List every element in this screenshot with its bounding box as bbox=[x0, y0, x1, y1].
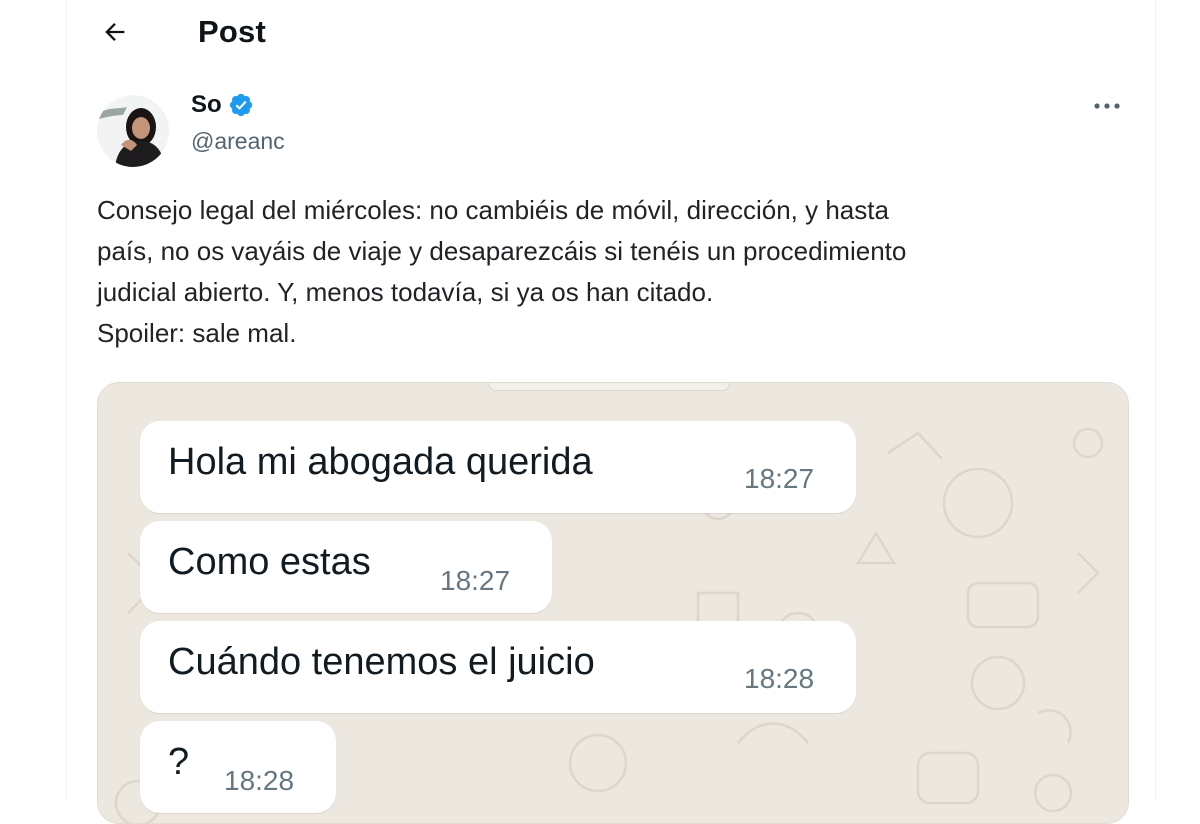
more-horizontal-icon bbox=[1094, 103, 1120, 109]
arrow-left-icon bbox=[105, 23, 125, 41]
avatar[interactable] bbox=[97, 95, 169, 167]
chat-bubble: Cuándo tenemos el juicio 18:28 bbox=[140, 621, 856, 713]
message-time: 18:28 bbox=[744, 663, 815, 694]
tweet-line: Spoiler: sale mal. bbox=[97, 318, 297, 348]
chat-bubble: Como estas 18:27 bbox=[140, 521, 552, 613]
tweet-text: Consejo legal del miércoles: no cambiéis… bbox=[97, 190, 1117, 354]
chat-bubble: ? 18:28 bbox=[140, 721, 336, 813]
message-text: Cuándo tenemos el juicio bbox=[168, 641, 595, 683]
date-chip bbox=[488, 383, 730, 391]
tweet-line: judicial abierto. Y, menos todavía, si y… bbox=[97, 277, 714, 307]
message-time: 18:28 bbox=[224, 765, 295, 796]
message-text: ? bbox=[168, 741, 190, 783]
page-title: Post bbox=[198, 14, 266, 49]
author-name[interactable]: So bbox=[191, 91, 222, 119]
avatar-photo bbox=[97, 95, 169, 167]
message-time: 18:27 bbox=[440, 565, 511, 596]
attached-image[interactable]: Hola mi abogada querida 18:27 Como estas… bbox=[97, 382, 1129, 824]
message-time: 18:27 bbox=[744, 463, 815, 494]
message-text: Hola mi abogada querida bbox=[168, 441, 593, 483]
author-handle[interactable]: @areanc bbox=[191, 128, 285, 155]
tweet-line: Consejo legal del miércoles: no cambiéis… bbox=[97, 195, 889, 225]
author-name-row[interactable]: So bbox=[191, 91, 254, 119]
chat-bubble: Hola mi abogada querida 18:27 bbox=[140, 421, 856, 513]
more-button[interactable] bbox=[1089, 92, 1125, 120]
verified-badge-icon bbox=[229, 93, 252, 117]
post-header: Post bbox=[67, 0, 1155, 70]
message-text: Como estas bbox=[168, 541, 371, 583]
post-column: Post So @areanc Consejo legal del miérco… bbox=[66, 0, 1156, 824]
tweet-line: país, no os vayáis de viaje y desaparezc… bbox=[97, 236, 907, 266]
back-button[interactable] bbox=[97, 14, 133, 50]
